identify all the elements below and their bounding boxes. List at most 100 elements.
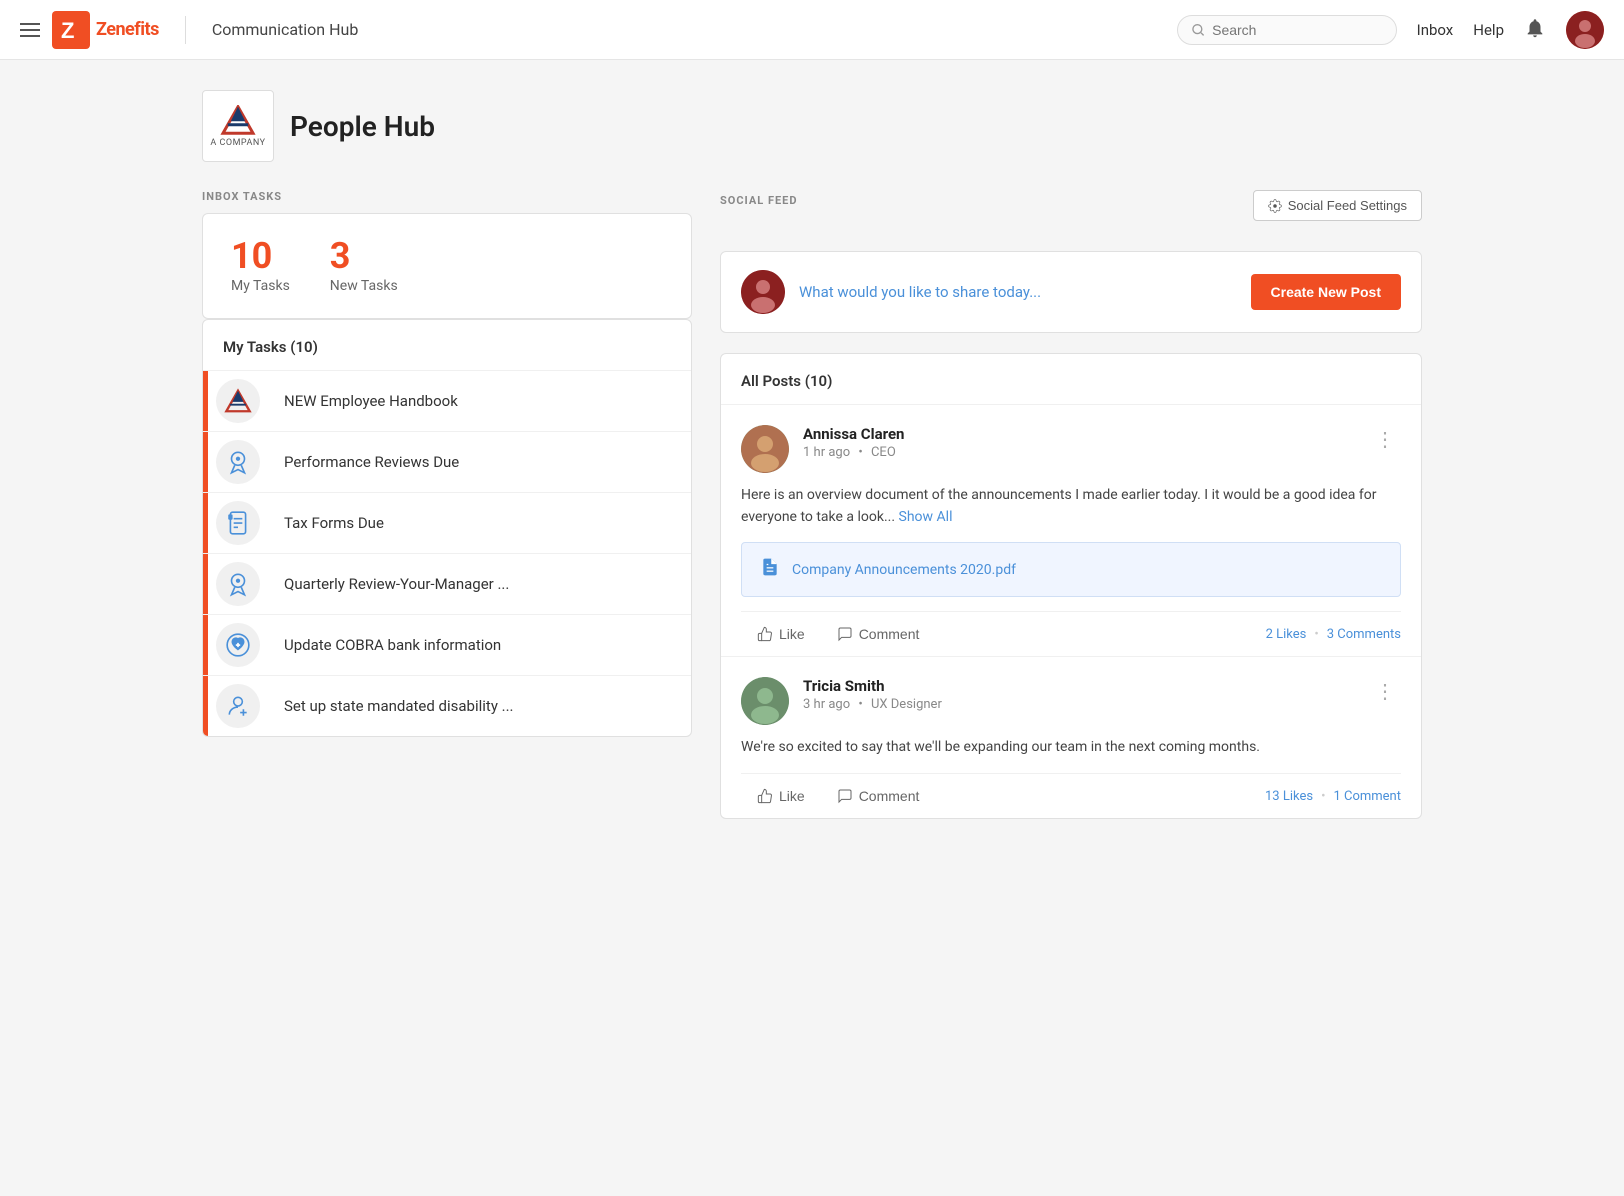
post-author-avatar [741, 677, 789, 725]
nav-left: Z Zenefits Communication Hub [20, 11, 358, 49]
heart-icon [225, 632, 251, 658]
task-icon-award [216, 440, 260, 484]
task-label: Tax Forms Due [268, 514, 691, 532]
post-meta: Tricia Smith 3 hr ago • UX Designer [803, 677, 1355, 712]
new-tasks-count: 3 [330, 238, 398, 274]
my-tasks-label: My Tasks [231, 278, 290, 294]
post-role: CEO [871, 445, 896, 460]
post-item: Annissa Claren 1 hr ago • CEO ⋮ Here is … [721, 405, 1421, 657]
task-label: Set up state mandated disability ... [268, 697, 691, 715]
social-feed-settings-button[interactable]: Social Feed Settings [1253, 190, 1422, 221]
zenefits-logo[interactable]: Z Zenefits [52, 11, 159, 49]
search-box[interactable] [1177, 15, 1397, 45]
new-tasks-block: 3 New Tasks [330, 238, 398, 294]
award-icon-2 [225, 571, 251, 597]
likes-count[interactable]: 2 Likes [1266, 627, 1307, 642]
attachment-filename: Company Announcements 2020.pdf [792, 562, 1016, 578]
comment-icon [837, 788, 853, 804]
person-plus-icon [225, 693, 251, 719]
comments-count[interactable]: 1 Comment [1333, 789, 1401, 804]
file-icon [760, 557, 780, 577]
comment-label: Comment [859, 626, 920, 642]
create-new-post-button[interactable]: Create New Post [1251, 274, 1401, 310]
user-avatar-image [1566, 11, 1604, 49]
my-tasks-card: My Tasks (10) [202, 319, 692, 737]
like-label: Like [779, 788, 805, 804]
user-avatar-post [741, 270, 785, 314]
post-header: Tricia Smith 3 hr ago • UX Designer ⋮ [741, 677, 1401, 725]
search-icon [1192, 23, 1204, 37]
post-time: 3 hr ago [803, 697, 850, 712]
like-button[interactable]: Like [741, 784, 821, 808]
search-input[interactable] [1212, 22, 1382, 38]
my-tasks-heading: My Tasks (10) [203, 320, 691, 371]
company-logo-box: A COMPANY [202, 90, 274, 162]
post-author-avatar [741, 425, 789, 473]
bell-icon [1524, 17, 1546, 39]
two-column-layout: INBOX TASKS 10 My Tasks 3 New Tasks My T… [202, 190, 1422, 819]
task-label: Performance Reviews Due [268, 453, 691, 471]
task-item[interactable]: NEW Employee Handbook [203, 371, 691, 432]
award-icon [225, 449, 251, 475]
new-post-placeholder[interactable]: What would you like to share today... [799, 283, 1237, 301]
post-attachment[interactable]: Company Announcements 2020.pdf [741, 542, 1401, 597]
social-feed-label: SOCIAL FEED [720, 194, 798, 207]
post-actions: Like Comment 2 Likes • 3 Comment [741, 611, 1401, 656]
post-body-text: We're so excited to say that we'll be ex… [741, 739, 1260, 755]
stat-dot: • [1314, 627, 1318, 642]
task-item[interactable]: Set up state mandated disability ... [203, 676, 691, 736]
task-label: Quarterly Review-Your-Manager ... [268, 575, 691, 593]
social-feed-header: SOCIAL FEED Social Feed Settings [720, 190, 1422, 221]
post-author-name: Tricia Smith [803, 677, 1355, 695]
annissa-avatar [741, 425, 789, 473]
task-item[interactable]: Tax Forms Due [203, 493, 691, 554]
post-more-menu[interactable]: ⋮ [1369, 425, 1401, 453]
company-logo-icon [220, 105, 256, 135]
comment-button[interactable]: Comment [821, 622, 936, 646]
help-link[interactable]: Help [1473, 21, 1504, 39]
task-icon-wrap [208, 615, 268, 675]
inbox-link[interactable]: Inbox [1417, 21, 1454, 39]
post-body-text: Here is an overview document of the anno… [741, 487, 1376, 525]
post-body: Here is an overview document of the anno… [741, 485, 1401, 528]
nav-right: Inbox Help [1177, 11, 1604, 49]
task-icon-document [216, 501, 260, 545]
like-icon [757, 626, 773, 642]
post-actions: Like Comment 13 Likes • 1 Commen [741, 773, 1401, 818]
task-icon-wrap [208, 371, 268, 431]
my-tasks-block: 10 My Tasks [231, 238, 290, 294]
notifications-bell[interactable] [1524, 17, 1546, 43]
task-item[interactable]: Performance Reviews Due [203, 432, 691, 493]
new-tasks-label: New Tasks [330, 278, 398, 294]
company-name-small: A COMPANY [210, 138, 265, 148]
like-button[interactable]: Like [741, 622, 821, 646]
social-feed-settings-label: Social Feed Settings [1288, 198, 1407, 213]
hamburger-menu[interactable] [20, 23, 40, 37]
comment-button[interactable]: Comment [821, 784, 936, 808]
task-icon-wrap [208, 432, 268, 492]
user-avatar-nav[interactable] [1566, 11, 1604, 49]
all-posts-heading: All Posts (10) [721, 354, 1421, 405]
nav-divider [185, 16, 186, 44]
show-all-link[interactable]: Show All [899, 509, 953, 525]
post-stats: 2 Likes • 3 Comments [1266, 627, 1401, 642]
post-header: Annissa Claren 1 hr ago • CEO ⋮ [741, 425, 1401, 473]
stat-dot: • [1321, 789, 1325, 804]
tricia-avatar [741, 677, 789, 725]
post-dot: • [858, 697, 862, 712]
like-label: Like [779, 626, 805, 642]
company-icon [224, 387, 252, 415]
task-item[interactable]: Update COBRA bank information [203, 615, 691, 676]
task-item[interactable]: Quarterly Review-Your-Manager ... [203, 554, 691, 615]
likes-count[interactable]: 13 Likes [1265, 789, 1313, 804]
comments-count[interactable]: 3 Comments [1327, 627, 1401, 642]
post-stats: 13 Likes • 1 Comment [1265, 789, 1401, 804]
gear-icon [1268, 199, 1282, 213]
tasks-summary-card: 10 My Tasks 3 New Tasks [202, 213, 692, 319]
comment-icon [837, 626, 853, 642]
like-icon [757, 788, 773, 804]
post-meta: Annissa Claren 1 hr ago • CEO [803, 425, 1355, 460]
post-more-menu[interactable]: ⋮ [1369, 677, 1401, 705]
post-role: UX Designer [871, 697, 942, 712]
top-navigation: Z Zenefits Communication Hub Inbox Help [0, 0, 1624, 60]
